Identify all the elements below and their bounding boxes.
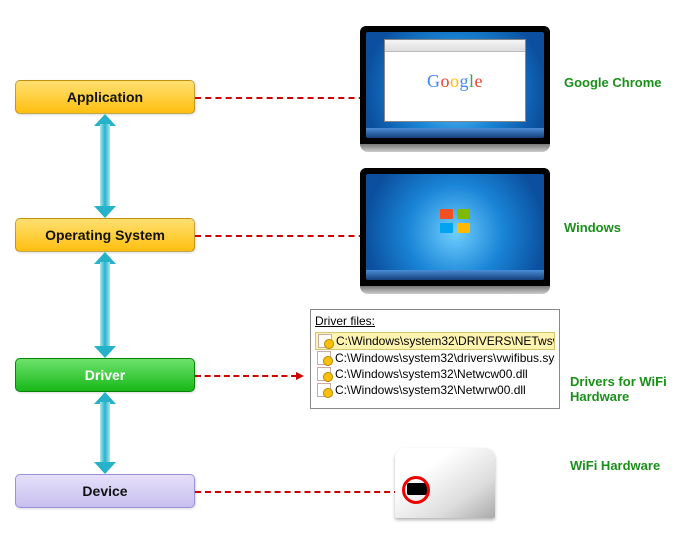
arrow-driver-example: [195, 375, 297, 377]
driver-file-path: C:\Windows\system32\Netwrw00.dll: [335, 383, 526, 397]
arrow-os-example: [195, 235, 375, 237]
layer-driver: Driver: [15, 358, 195, 392]
driver-file-path: C:\Windows\system32\DRIVERS\NETwsw00.sys: [336, 334, 555, 348]
driver-file-icon: [317, 367, 331, 381]
arrow-application-example: [195, 97, 375, 99]
example-label-driver: Drivers for WiFi Hardware: [570, 374, 680, 404]
connector-app-os: [94, 114, 116, 218]
arrow-device-example: [195, 491, 410, 493]
driver-file-icon: [317, 383, 331, 397]
wifi-hardware-photo: [395, 448, 495, 518]
driver-file-row: C:\Windows\system32\drivers\vwifibus.sys: [315, 350, 555, 366]
driver-file-path: C:\Windows\system32\Netwcw00.dll: [335, 367, 528, 381]
driver-file-path: C:\Windows\system32\drivers\vwifibus.sys: [335, 351, 555, 365]
driver-file-row: C:\Windows\system32\DRIVERS\NETwsw00.sys: [315, 332, 555, 350]
driver-file-row: C:\Windows\system32\Netwcw00.dll: [315, 366, 555, 382]
driver-files-title: Driver files:: [315, 314, 555, 328]
connector-driver-device: [94, 392, 116, 474]
example-label-application: Google Chrome: [564, 75, 662, 90]
example-label-os: Windows: [564, 220, 621, 235]
driver-file-row: C:\Windows\system32\Netwrw00.dll: [315, 382, 555, 398]
driver-file-icon: [317, 351, 331, 365]
connector-os-driver: [94, 252, 116, 358]
chrome-window: Google: [384, 39, 526, 122]
google-logo: Google: [385, 71, 525, 92]
layer-operating-system: Operating System: [15, 218, 195, 252]
layer-application: Application: [15, 80, 195, 114]
laptop-chrome: Google: [360, 26, 550, 152]
example-label-device: WiFi Hardware: [570, 458, 660, 473]
driver-files-panel: Driver files: C:\Windows\system32\DRIVER…: [310, 309, 560, 409]
layer-device: Device: [15, 474, 195, 508]
laptop-windows: [360, 168, 550, 294]
driver-file-icon: [318, 334, 332, 348]
highlight-circle: [402, 476, 430, 504]
windows-logo-icon: [440, 209, 470, 233]
